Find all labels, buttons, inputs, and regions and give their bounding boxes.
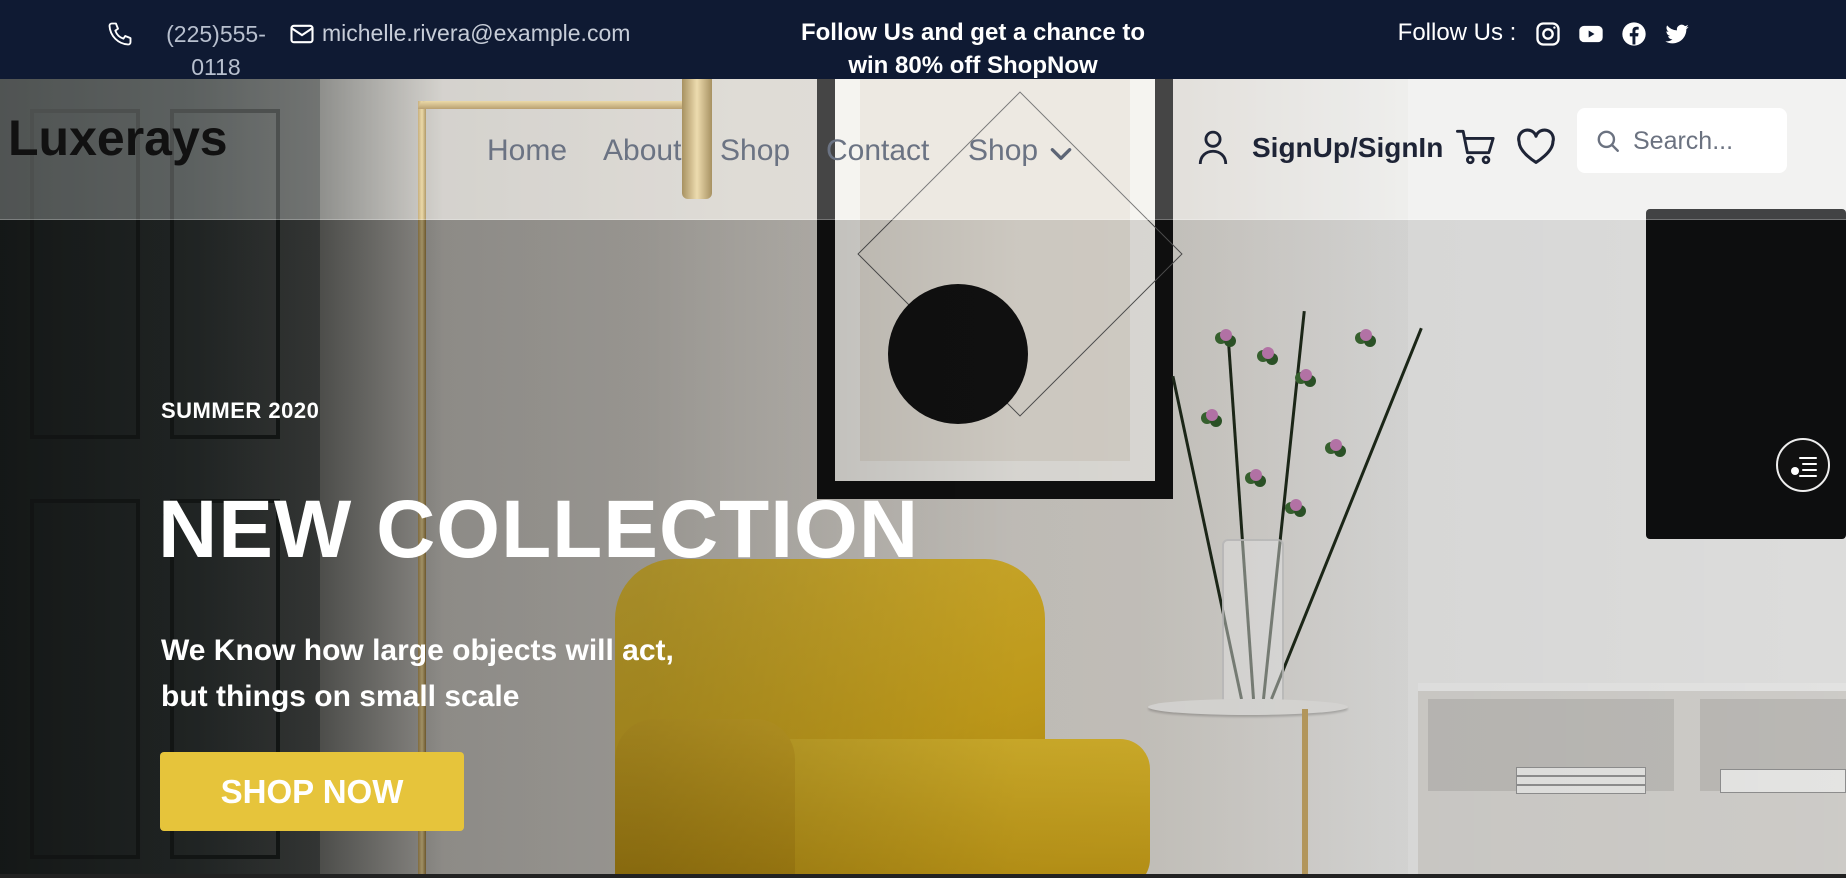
promo-banner: Follow Us and get a chance to win 80% of… [800,19,1146,79]
menu-lines-icon [1791,457,1817,477]
site-logo[interactable]: Luxerays [8,110,228,166]
phone-icon [106,20,134,48]
instagram-icon[interactable] [1534,20,1562,48]
shop-now-button[interactable]: SHOP NOW [160,752,464,831]
user-icon[interactable] [1196,128,1230,166]
heart-icon[interactable] [1516,128,1556,166]
facebook-icon[interactable] [1620,20,1648,48]
hero-eyebrow: SUMMER 2020 [161,398,320,423]
hero-title: NEW COLLECTION [158,484,920,575]
follow-us-label: Follow Us : [1397,19,1517,46]
chevron-down-icon[interactable] [1048,144,1074,164]
filter-menu-button[interactable] [1776,438,1830,492]
cart-icon[interactable] [1456,128,1496,166]
mail-icon [288,20,316,48]
search-box [1577,108,1787,173]
search-input[interactable] [1633,122,1781,160]
nav-shop-dropdown[interactable]: Shop [968,133,1038,169]
signup-signin-link[interactable]: SignUp/SignIn [1252,130,1443,166]
nav-shop[interactable]: Shop [720,133,790,169]
phone-number[interactable]: (225)555-0118 [160,18,272,84]
youtube-icon[interactable] [1577,20,1605,48]
twitter-icon[interactable] [1663,20,1691,48]
hero-subtitle: We Know how large objects will act, but … [161,634,674,713]
top-bar: (225)555-0118 michelle.rivera@example.co… [0,0,1846,80]
nav-about[interactable]: About [603,133,681,169]
nav-contact[interactable]: Contact [826,133,929,169]
nav-home[interactable]: Home [487,133,567,169]
search-icon[interactable] [1595,128,1621,154]
email-address[interactable]: michelle.rivera@example.com [322,18,630,48]
